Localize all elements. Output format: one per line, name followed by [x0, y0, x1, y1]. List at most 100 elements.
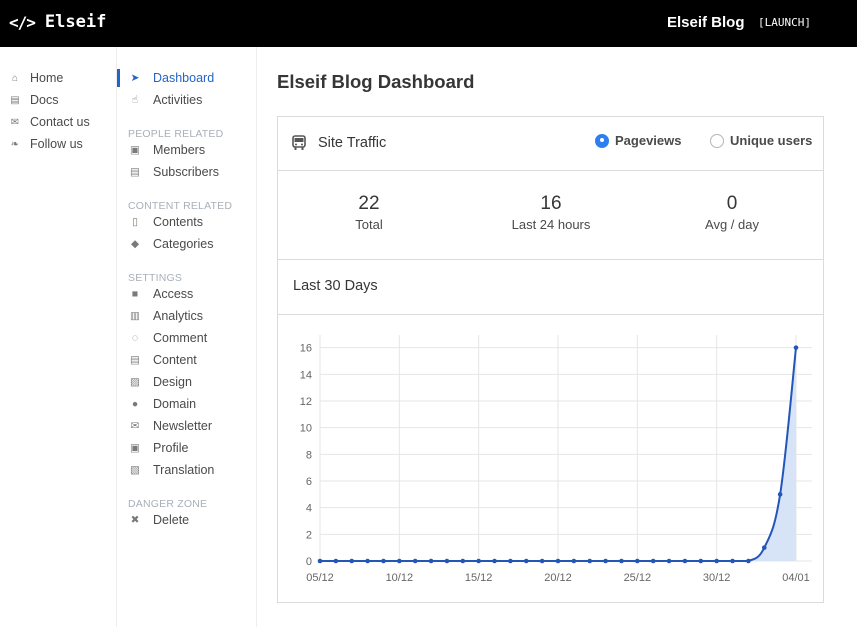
- file-icon: ▯: [132, 216, 138, 228]
- nav-item-contact-us[interactable]: ✉ Contact us: [0, 111, 117, 133]
- nav-item-label[interactable]: Follow us: [30, 137, 83, 151]
- nav-item-label[interactable]: Docs: [30, 93, 58, 107]
- blog-title[interactable]: Elseif Blog: [667, 14, 745, 31]
- pageviews-radio[interactable]: Pageviews: [595, 133, 682, 148]
- data-point: [793, 345, 799, 350]
- data-point: [317, 558, 323, 564]
- launch-link[interactable]: [LAUNCH]: [758, 16, 811, 29]
- nav-item-label[interactable]: Contact us: [30, 115, 90, 129]
- nav-item-label[interactable]: Subscribers: [153, 165, 219, 179]
- menu-section-label: DANGER ZONE: [128, 498, 208, 510]
- unique-users-radio[interactable]: Unique users: [710, 133, 812, 148]
- y-tick-label: 0: [306, 556, 312, 568]
- data-point: [730, 558, 735, 564]
- nav-item-label[interactable]: Comment: [153, 331, 207, 345]
- radio-unchecked-icon[interactable]: [710, 133, 724, 148]
- envelope-open-icon: ✉: [130, 420, 140, 432]
- nav-item-comment[interactable]: ◌ Comment: [117, 327, 256, 349]
- data-point: [460, 558, 466, 564]
- dashboard-sidebar: ➤ Dashboard ☝ Activities PEOPLE RELATED ▣ Mem…: [116, 47, 257, 627]
- menu-section-label: SETTINGS: [128, 272, 183, 284]
- data-point: [777, 492, 783, 497]
- language-icon: ▧: [130, 464, 140, 476]
- nav-item-label[interactable]: Translation: [153, 463, 214, 477]
- stat-avg-per-day: 0 Avg / day: [641, 193, 823, 232]
- data-point: [746, 558, 751, 564]
- y-tick-label: 12: [300, 396, 312, 408]
- nav-item-translation[interactable]: ▧ Translation: [117, 459, 256, 481]
- nav-item-label[interactable]: Activities: [153, 93, 202, 107]
- data-point: [523, 558, 529, 564]
- nav-item-label[interactable]: Analytics: [153, 309, 203, 323]
- nav-item-label[interactable]: Newsletter: [153, 419, 212, 433]
- unique-users-label[interactable]: Unique users: [730, 133, 812, 148]
- data-point: [333, 558, 339, 564]
- stat-last-24-hours: 16 Last 24 hours: [460, 193, 642, 232]
- stat-label: Last 24 hours: [511, 217, 591, 232]
- data-point: [714, 558, 719, 564]
- nav-item-newsletter[interactable]: ✉ Newsletter: [117, 415, 256, 437]
- nav-item-label[interactable]: Domain: [153, 397, 196, 411]
- data-point: [587, 558, 593, 564]
- bus-icon: [292, 135, 306, 154]
- data-point: [555, 558, 561, 564]
- pageviews-label[interactable]: Pageviews: [615, 133, 682, 148]
- data-point: [635, 558, 640, 564]
- nav-item-dashboard[interactable]: ➤ Dashboard: [117, 67, 256, 89]
- data-point: [571, 558, 577, 564]
- nav-item-label[interactable]: Members: [153, 143, 205, 157]
- id-card-icon: ▤: [130, 166, 140, 178]
- paper-plane-icon: ➤: [130, 72, 140, 84]
- user-card-icon: ▣: [130, 442, 140, 454]
- last-30-days-header: Last 30 Days: [278, 260, 823, 315]
- nav-item-label[interactable]: Content: [153, 353, 197, 367]
- globe-icon: ●: [131, 398, 139, 410]
- nav-item-profile[interactable]: ▣ Profile: [117, 437, 256, 459]
- nav-item-home[interactable]: ⌂ Home: [0, 67, 117, 89]
- lock-icon: ■: [131, 288, 139, 300]
- y-tick-label: 4: [306, 503, 312, 515]
- nav-item-members[interactable]: ▣ Members: [117, 139, 256, 161]
- nav-item-activities[interactable]: ☝ Activities: [117, 89, 256, 111]
- nav-item-label[interactable]: Dashboard: [153, 71, 214, 85]
- nav-item-design[interactable]: ▨ Design: [117, 371, 256, 393]
- nav-item-follow-us[interactable]: ❧ Follow us: [0, 133, 117, 155]
- image-icon: ▨: [130, 376, 140, 388]
- nav-item-label[interactable]: Categories: [153, 237, 213, 251]
- radio-checked-icon[interactable]: [595, 133, 609, 148]
- nav-item-categories[interactable]: ◆ Categories: [117, 233, 256, 255]
- nav-item-label[interactable]: Design: [153, 375, 192, 389]
- y-tick-label: 14: [300, 369, 312, 381]
- stat-value: 16: [540, 193, 562, 214]
- nav-item-access[interactable]: ■ Access: [117, 283, 256, 305]
- section-title: Last 30 Days: [293, 278, 378, 294]
- x-tick-label: 25/12: [624, 572, 652, 584]
- top-navbar: </> Elseif Elseif Blog [LAUNCH]: [0, 0, 857, 47]
- stat-value: 0: [726, 193, 738, 214]
- nav-item-content[interactable]: ▤ Content: [117, 349, 256, 371]
- nav-item-label[interactable]: Access: [153, 287, 193, 301]
- x-tick-label: 15/12: [465, 572, 493, 584]
- data-point: [508, 558, 513, 564]
- site-traffic-card: Site Traffic Pageviews Unique users 22 T…: [277, 116, 824, 603]
- tags-icon: ◆: [130, 238, 140, 250]
- id-badge-icon: ▣: [130, 144, 140, 156]
- nav-item-subscribers[interactable]: ▤ Subscribers: [117, 161, 256, 183]
- data-point: [666, 558, 672, 564]
- nav-item-label[interactable]: Profile: [153, 441, 188, 455]
- nav-item-label[interactable]: Contents: [153, 215, 203, 229]
- brand-logo[interactable]: </> Elseif: [9, 12, 106, 32]
- stats-row: 22 Total 16 Last 24 hours 0 Avg / day: [278, 171, 823, 260]
- envelope-icon: ✉: [10, 116, 20, 128]
- nav-item-analytics[interactable]: ▥ Analytics: [117, 305, 256, 327]
- nav-item-docs[interactable]: ▤ Docs: [0, 89, 117, 111]
- nav-item-label[interactable]: Delete: [153, 513, 189, 527]
- nav-item-delete[interactable]: ✖ Delete: [117, 509, 256, 531]
- data-point: [682, 558, 688, 564]
- data-point: [603, 558, 608, 564]
- nav-item-domain[interactable]: ● Domain: [117, 393, 256, 415]
- nav-item-label[interactable]: Home: [30, 71, 63, 85]
- menu-section-label: CONTENT RELATED: [128, 200, 233, 212]
- y-tick-label: 6: [306, 476, 312, 488]
- nav-item-contents[interactable]: ▯ Contents: [117, 211, 256, 233]
